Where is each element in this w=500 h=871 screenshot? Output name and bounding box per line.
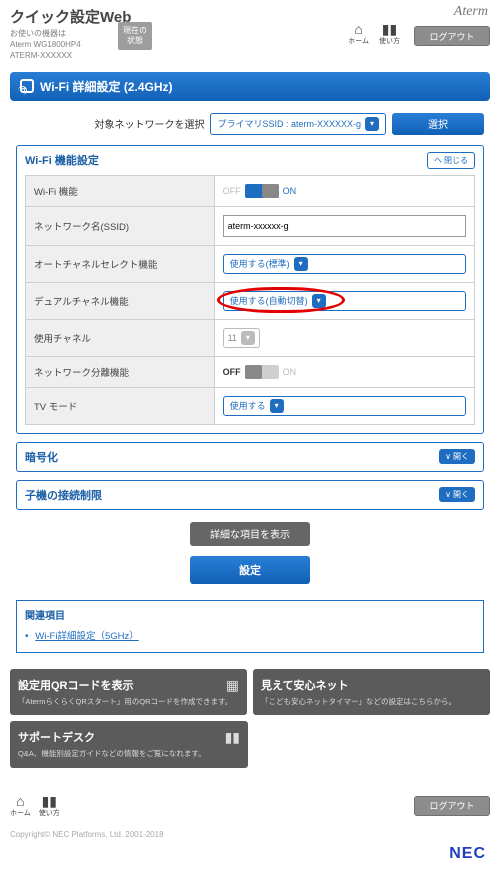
- nec-logo: NEC: [0, 845, 486, 863]
- chevron-down-icon: ▾: [294, 257, 308, 271]
- help-button[interactable]: ▮▮ 使い方: [379, 22, 400, 46]
- encryption-card: 暗号化 ∨ 開く: [16, 442, 484, 472]
- home-icon: ⌂: [16, 794, 24, 808]
- channel-select[interactable]: 11 ▾: [223, 328, 260, 348]
- footer-home-button[interactable]: ⌂ ホーム: [10, 794, 31, 818]
- qr-icon: ▦: [226, 677, 239, 694]
- related-box: 関連項目 • Wi-Fi詳細設定（5GHz）: [16, 600, 484, 653]
- safenet-tile[interactable]: 見えて安心ネット 「こども安心ネットタイマー」などの設定はこちらから。: [253, 669, 490, 716]
- tv-mode-select[interactable]: 使用する ▾: [223, 396, 466, 416]
- row-tvmode-label: TV モード: [26, 387, 215, 424]
- row-autoch-label: オートチャネルセレクト機能: [26, 245, 215, 282]
- wifi-toggle[interactable]: OFF ON: [223, 184, 297, 198]
- row-isolation-label: ネットワーク分離機能: [26, 356, 215, 387]
- collapse-button[interactable]: ヘ 閉じる: [427, 152, 475, 169]
- row-dualch-label: デュアルチャネル機能: [26, 282, 215, 319]
- chevron-down-icon: ▾: [312, 294, 326, 308]
- support-tile[interactable]: ▮▮ サポートデスク Q&A、機能別設定ガイドなどの情報をご覧になれます。: [10, 721, 248, 768]
- auto-channel-select[interactable]: 使用する(標準) ▾: [223, 254, 466, 274]
- ssid-input[interactable]: [223, 215, 466, 237]
- book-icon: ▮▮: [225, 729, 240, 746]
- client-limit-title: 子機の接続制限: [25, 487, 102, 503]
- expand-encryption-button[interactable]: ∨ 開く: [439, 449, 475, 464]
- apply-button[interactable]: 設定: [190, 556, 310, 584]
- target-network-label: 対象ネットワークを選択: [94, 116, 204, 131]
- select-button[interactable]: 選択: [392, 113, 484, 135]
- row-wifi-label: Wi-Fi 機能: [26, 175, 215, 206]
- wifi-function-title: Wi-Fi 機能設定: [25, 152, 99, 168]
- show-detail-button[interactable]: 詳細な項目を表示: [190, 522, 310, 546]
- dual-channel-select[interactable]: 使用する(自動切替) ▾: [223, 291, 466, 311]
- bullet-icon: •: [25, 631, 29, 642]
- qr-tile[interactable]: ▦ 設定用QRコードを表示 「AtermらくらくQRスタート」用のQRコードを作…: [10, 669, 247, 716]
- chevron-down-icon: ▾: [270, 399, 284, 413]
- home-icon: ⌂: [354, 22, 362, 36]
- home-button[interactable]: ⌂ ホーム: [348, 22, 369, 46]
- row-channel-label: 使用チャネル: [26, 319, 215, 356]
- page-title-bar: Wi-Fi 詳細設定 (2.4GHz): [10, 72, 490, 101]
- client-limit-card: 子機の接続制限 ∨ 開く: [16, 480, 484, 510]
- chevron-down-icon: ∨: [445, 490, 451, 499]
- wifi-icon: [20, 79, 34, 93]
- book-icon: ▮▮: [382, 22, 397, 36]
- related-heading: 関連項目: [25, 607, 475, 622]
- row-ssid-label: ネットワーク名(SSID): [26, 206, 215, 245]
- footer-help-button[interactable]: ▮▮ 使い方: [39, 794, 60, 818]
- isolation-toggle[interactable]: OFF ON: [223, 365, 297, 379]
- chevron-down-icon: ∨: [445, 452, 451, 461]
- wifi-function-card: Wi-Fi 機能設定 ヘ 閉じる Wi-Fi 機能 OFF ON ネットワーク名…: [16, 145, 484, 434]
- settings-table: Wi-Fi 機能 OFF ON ネットワーク名(SSID) オートチャネルセレク…: [25, 175, 475, 425]
- logout-button-top[interactable]: ログアウト: [414, 26, 490, 46]
- chevron-down-icon: ▾: [365, 117, 379, 131]
- chevron-up-icon: ヘ: [434, 155, 442, 166]
- encryption-title: 暗号化: [25, 449, 58, 465]
- chevron-down-icon: ▾: [241, 331, 255, 345]
- related-link-5ghz[interactable]: Wi-Fi詳細設定（5GHz）: [35, 631, 138, 642]
- expand-client-limit-button[interactable]: ∨ 開く: [439, 487, 475, 502]
- target-network-select[interactable]: プライマリSSID : aterm-XXXXXX-g ▾: [210, 113, 386, 135]
- brand-logo: Aterm: [454, 4, 488, 20]
- book-icon: ▮▮: [42, 794, 57, 808]
- copyright: Copyright© NEC Platforms, Ltd. 2001-2018: [10, 830, 490, 839]
- app-title: クイック設定Web: [10, 6, 490, 27]
- current-status-button[interactable]: 現在の状態: [118, 22, 152, 50]
